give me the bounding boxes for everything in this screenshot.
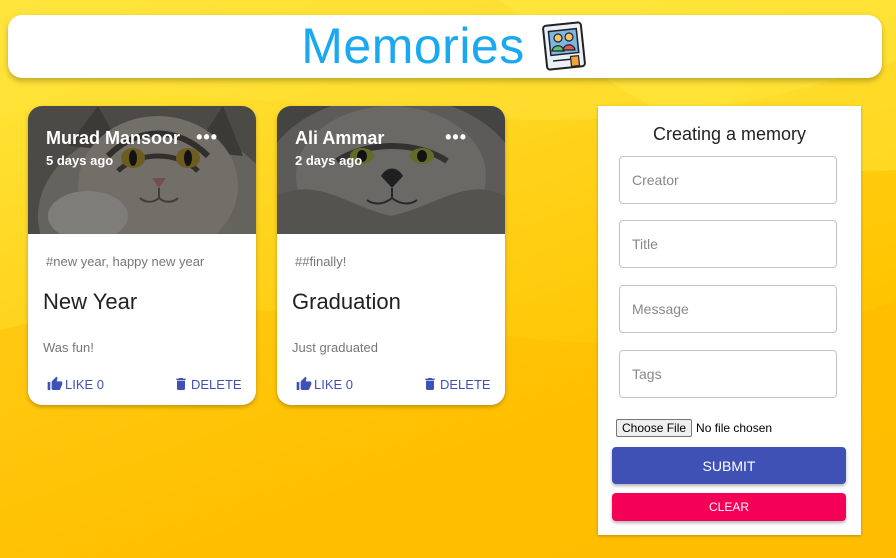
file-status: No file chosen: [696, 421, 773, 435]
file-input: Choose File No file chosen: [616, 419, 772, 437]
delete-button[interactable]: DELETE: [173, 376, 242, 392]
choose-file-button[interactable]: Choose File: [616, 419, 693, 437]
post-creator: Ali Ammar: [295, 128, 385, 148]
like-button[interactable]: LIKE 0: [296, 376, 353, 392]
image-overlay: [277, 106, 505, 234]
delete-label: DELETE: [440, 376, 491, 392]
memory-form: Creating a memory Choose File No file ch…: [598, 106, 861, 535]
form-title: Creating a memory: [652, 124, 807, 144]
post-title: New Year: [43, 289, 138, 314]
card-image: Murad Mansoor 5 days ago •••: [28, 106, 256, 234]
post-title: Graduation: [292, 289, 401, 314]
app-bar: Memories: [8, 15, 882, 78]
post-time: 5 days ago: [46, 153, 114, 168]
creator-field[interactable]: [619, 156, 837, 204]
more-options-button[interactable]: •••: [445, 127, 467, 148]
post-message: Was fun!: [43, 340, 94, 355]
post-tags: ##finally!: [295, 254, 347, 269]
image-overlay: [28, 106, 256, 234]
thumb-up-icon: [296, 376, 312, 390]
clear-button[interactable]: CLEAR: [612, 493, 846, 521]
memory-card: Ali Ammar 2 days ago ••• ##finally! Grad…: [277, 106, 505, 405]
submit-button[interactable]: SUBMIT: [612, 447, 846, 484]
app-title: Memories: [301, 17, 525, 74]
like-button[interactable]: LIKE 0: [47, 376, 104, 392]
message-field[interactable]: [619, 285, 837, 333]
trash-icon: [176, 378, 186, 390]
trash-icon: [425, 378, 435, 390]
like-label: LIKE 0: [65, 376, 105, 392]
more-options-button[interactable]: •••: [196, 127, 218, 148]
post-creator: Murad Mansoor: [46, 128, 181, 148]
thumb-up-icon: [47, 376, 63, 390]
post-message: Just graduated: [292, 340, 379, 355]
post-tags: #new year, happy new year: [46, 254, 205, 269]
post-time: 2 days ago: [295, 153, 363, 168]
tags-field[interactable]: [619, 350, 837, 398]
memory-card: Murad Mansoor 5 days ago ••• #new year, …: [28, 106, 256, 405]
title-field[interactable]: [619, 220, 837, 268]
memories-photo-icon: [541, 20, 589, 77]
like-label: LIKE 0: [314, 376, 354, 392]
delete-label: DELETE: [191, 376, 242, 392]
card-image: Ali Ammar 2 days ago •••: [277, 106, 505, 234]
delete-button[interactable]: DELETE: [422, 376, 491, 392]
